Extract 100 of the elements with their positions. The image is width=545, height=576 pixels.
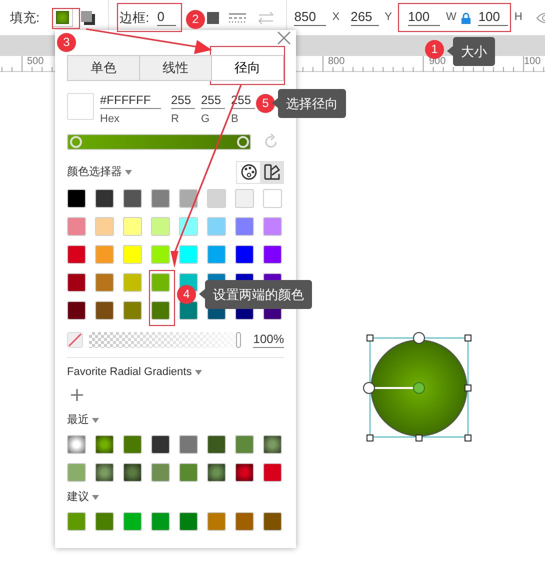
- resize-handle[interactable]: [366, 434, 374, 442]
- radius-handle[interactable]: [363, 382, 375, 394]
- channel-label: B: [231, 112, 240, 126]
- channel-field[interactable]: 255: [171, 93, 195, 109]
- color-swatch[interactable]: [67, 217, 86, 236]
- color-swatch[interactable]: [235, 435, 254, 454]
- opacity-slider[interactable]: [89, 332, 239, 348]
- color-swatch[interactable]: [263, 245, 282, 264]
- line-style-icon: [229, 12, 246, 24]
- color-swatch[interactable]: [123, 435, 142, 454]
- number-field[interactable]: 100: [408, 9, 440, 26]
- color-swatch[interactable]: [235, 512, 254, 531]
- gradient-type-tab[interactable]: 单色: [68, 56, 139, 80]
- color-swatch[interactable]: [67, 189, 86, 208]
- color-swatch[interactable]: [179, 301, 198, 320]
- color-swatch[interactable]: [67, 301, 86, 320]
- color-swatch[interactable]: [151, 301, 170, 320]
- resize-handle[interactable]: [464, 434, 472, 442]
- section-label: Favorite Radial Gradients: [67, 366, 192, 379]
- color-swatch[interactable]: [67, 273, 86, 292]
- color-swatch[interactable]: [123, 217, 142, 236]
- resize-handle[interactable]: [464, 334, 472, 342]
- color-swatch[interactable]: [207, 245, 226, 264]
- color-swatch[interactable]: [235, 463, 254, 482]
- color-swatch[interactable]: [179, 245, 198, 264]
- color-swatch[interactable]: [151, 217, 170, 236]
- gradient-stop-handle[interactable]: [70, 136, 82, 148]
- caret-icon: [125, 170, 132, 174]
- hex-label: Hex: [100, 112, 121, 126]
- focus-handle[interactable]: [413, 332, 425, 344]
- color-swatch[interactable]: [95, 217, 114, 236]
- border-color-button[interactable]: [207, 12, 220, 24]
- tooltip-pointer-icon: [272, 98, 278, 108]
- color-swatch[interactable]: [263, 217, 282, 236]
- color-swatch[interactable]: [123, 301, 142, 320]
- color-swatch[interactable]: [95, 245, 114, 264]
- color-swatch[interactable]: [95, 301, 114, 320]
- border-width-field[interactable]: 0: [157, 9, 176, 26]
- color-swatch[interactable]: [123, 512, 142, 531]
- color-swatch[interactable]: [179, 435, 198, 454]
- channel-field[interactable]: 255: [201, 93, 225, 109]
- caret-icon: [92, 418, 99, 423]
- lock-icon[interactable]: [461, 12, 472, 24]
- color-swatch[interactable]: [263, 435, 282, 454]
- color-swatch[interactable]: [179, 189, 198, 208]
- color-swatch[interactable]: [67, 245, 86, 264]
- gradient-bar[interactable]: [67, 134, 251, 150]
- picker-mode-button[interactable]: [260, 162, 283, 182]
- color-swatch[interactable]: [123, 245, 142, 264]
- color-swatch[interactable]: [179, 217, 198, 236]
- fill-label: 填充:: [10, 8, 40, 27]
- color-swatch[interactable]: [207, 463, 226, 482]
- color-swatch[interactable]: [151, 189, 170, 208]
- hex-field[interactable]: #FFFFFF: [100, 93, 161, 109]
- color-swatch[interactable]: [67, 435, 86, 454]
- tooltip-pointer-icon: [447, 46, 453, 56]
- channel-label: R: [171, 112, 180, 126]
- color-swatch[interactable]: [95, 273, 114, 292]
- color-swatch[interactable]: [179, 463, 198, 482]
- color-swatch[interactable]: [235, 189, 254, 208]
- ruler-label: 100: [524, 56, 541, 68]
- color-swatch[interactable]: [151, 435, 170, 454]
- resize-handle[interactable]: [366, 334, 374, 342]
- color-swatch[interactable]: [95, 189, 114, 208]
- close-button[interactable]: [277, 31, 291, 45]
- color-swatch[interactable]: [95, 512, 114, 531]
- shadow-icon: [80, 10, 96, 26]
- color-swatch[interactable]: [179, 512, 198, 531]
- color-swatch[interactable]: [67, 463, 86, 482]
- color-swatch[interactable]: [123, 463, 142, 482]
- slider-handle[interactable]: [236, 332, 241, 348]
- color-swatch[interactable]: [95, 463, 114, 482]
- color-swatch[interactable]: [235, 217, 254, 236]
- gradient-stop-handle[interactable]: [237, 136, 249, 148]
- color-swatch[interactable]: [263, 512, 282, 531]
- color-swatch[interactable]: [95, 435, 114, 454]
- color-swatch[interactable]: [263, 189, 282, 208]
- number-field[interactable]: 265: [350, 9, 379, 26]
- color-swatch[interactable]: [151, 245, 170, 264]
- color-swatch[interactable]: [263, 463, 282, 482]
- opacity-field[interactable]: 100%: [253, 332, 284, 348]
- number-field[interactable]: 850: [294, 9, 326, 26]
- field-label: X: [332, 10, 340, 26]
- color-swatch[interactable]: [151, 512, 170, 531]
- color-swatch[interactable]: [207, 435, 226, 454]
- gradient-type-tab[interactable]: 线性: [139, 56, 211, 80]
- resize-handle[interactable]: [464, 384, 472, 392]
- color-swatch[interactable]: [207, 512, 226, 531]
- color-swatch[interactable]: [123, 273, 142, 292]
- fill-color-button[interactable]: [52, 8, 73, 27]
- color-swatch[interactable]: [151, 463, 170, 482]
- color-swatch[interactable]: [123, 189, 142, 208]
- add-button[interactable]: [71, 389, 83, 401]
- color-swatch[interactable]: [207, 217, 226, 236]
- color-swatch[interactable]: [235, 245, 254, 264]
- number-field[interactable]: 100: [478, 9, 508, 26]
- color-swatch[interactable]: [67, 512, 86, 531]
- resize-handle[interactable]: [416, 434, 422, 442]
- color-swatch[interactable]: [151, 273, 170, 292]
- color-swatch[interactable]: [207, 189, 226, 208]
